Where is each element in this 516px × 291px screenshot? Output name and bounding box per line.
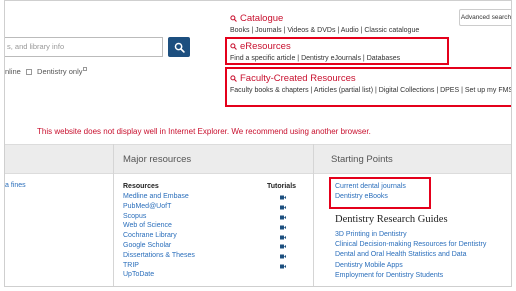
resources-list: Medline and Embase PubMed@UofT Scopus We…	[123, 192, 195, 280]
search-button[interactable]	[168, 37, 190, 57]
research-guide-link[interactable]: Dentistry Mobile Apps	[335, 261, 486, 271]
resource-link[interactable]: UpToDate	[123, 270, 195, 280]
tutorials-list	[280, 193, 286, 271]
page: s, and library info nline Dentistry only…	[0, 0, 516, 291]
video-camera-icon	[280, 244, 286, 249]
tutorial-item[interactable]	[280, 222, 286, 232]
research-guide-link[interactable]: Employment for Dentistry Students	[335, 271, 486, 281]
filter-online-checkbox[interactable]	[25, 69, 32, 76]
video-camera-icon	[280, 254, 286, 259]
video-camera-icon	[280, 225, 286, 230]
resource-link[interactable]: Dissertations & Theses	[123, 251, 195, 261]
search-input[interactable]: s, and library info	[5, 37, 163, 57]
column-divider	[313, 144, 314, 286]
tutorials-heading: Tutorials	[267, 183, 297, 190]
video-camera-icon	[280, 235, 286, 240]
tutorial-item[interactable]	[280, 203, 286, 213]
catalogue-title[interactable]: Catalogue	[230, 13, 419, 24]
starting-points-title: Starting Points	[331, 154, 393, 165]
resource-link[interactable]: Cochrane Library	[123, 231, 195, 241]
search-icon	[230, 15, 237, 22]
catalogue-title-text: Catalogue	[240, 13, 284, 24]
column-divider	[113, 144, 114, 286]
search-bar: s, and library info	[5, 37, 191, 59]
advanced-search-button[interactable]: Advanced search	[459, 9, 511, 26]
resources-heading: Resources	[123, 183, 159, 190]
library-homepage: s, and library info nline Dentistry only…	[4, 0, 512, 287]
research-guide-link[interactable]: 3D Printing in Dentistry	[335, 230, 486, 240]
filter-dentistry-checkbox[interactable]	[83, 67, 88, 71]
research-guides-list: 3D Printing in Dentistry Clinical Decisi…	[335, 230, 486, 281]
research-guides-title: Dentistry Research Guides	[335, 214, 448, 225]
research-guide-link[interactable]: Clinical Decision-making Resources for D…	[335, 240, 486, 250]
catalogue-links[interactable]: Books | Journals | Videos & DVDs | Audio…	[230, 26, 419, 36]
major-resources-title: Major resources	[123, 154, 192, 165]
filter-online-label: nline	[5, 67, 21, 76]
faculty-resources-highlight-box	[225, 67, 511, 107]
tutorial-item[interactable]	[280, 193, 286, 203]
search-filters: nline Dentistry only	[5, 67, 90, 76]
tutorial-item[interactable]	[280, 232, 286, 242]
starting-points-highlight-box	[329, 177, 431, 209]
video-camera-icon	[280, 205, 286, 210]
video-camera-icon	[280, 195, 286, 200]
video-camera-icon	[280, 215, 286, 220]
search-icon	[174, 42, 185, 53]
resource-link[interactable]: PubMed@UofT	[123, 202, 195, 212]
video-camera-icon	[280, 264, 286, 269]
catalogue-group: Catalogue Books | Journals | Videos & DV…	[230, 13, 419, 36]
resource-link[interactable]: Web of Science	[123, 221, 195, 231]
tutorial-item[interactable]	[280, 262, 286, 272]
resource-link[interactable]: TRIP	[123, 261, 195, 271]
resource-link[interactable]: Scopus	[123, 212, 195, 222]
browser-warning: This website does not display well in In…	[37, 127, 371, 136]
tutorial-item[interactable]	[280, 242, 286, 252]
research-guide-link[interactable]: Dental and Oral Health Statistics and Da…	[335, 250, 486, 260]
section-header-band	[5, 144, 511, 174]
eresources-highlight-box	[225, 37, 449, 65]
tutorial-item[interactable]	[280, 213, 286, 223]
tutorial-item[interactable]	[280, 252, 286, 262]
resource-link[interactable]: Medline and Embase	[123, 192, 195, 202]
resource-link[interactable]: Google Scholar	[123, 241, 195, 251]
fines-link[interactable]: a fines	[5, 182, 26, 189]
filter-dentistry-label: Dentistry only	[37, 67, 83, 76]
